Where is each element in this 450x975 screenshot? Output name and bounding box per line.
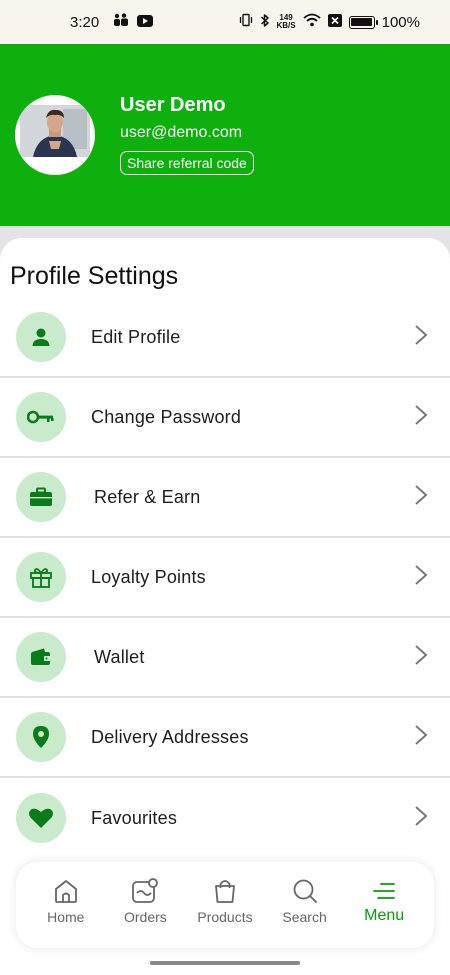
heart-icon (16, 793, 66, 843)
nav-menu[interactable]: Menu (344, 862, 424, 948)
nav-products[interactable]: Products (185, 862, 265, 948)
settings-item-label: Refer & Earn (94, 486, 201, 507)
settings-item-label: Edit Profile (91, 326, 181, 347)
chevron-right-icon (414, 644, 428, 671)
chevron-right-icon (414, 805, 428, 832)
avatar[interactable] (15, 95, 95, 175)
no-sim-icon (327, 13, 342, 31)
settings-item-label: Loyalty Points (91, 566, 206, 587)
settings-item-label: Change Password (91, 406, 242, 427)
nav-label: Menu (364, 907, 405, 924)
net-speed-unit: KB/S (276, 21, 296, 30)
settings-item-label: Wallet (94, 646, 145, 667)
search-icon (293, 879, 317, 903)
user-name: User Demo (120, 94, 226, 116)
gift-icon (16, 552, 66, 602)
net-speed: 149 KB/S (277, 14, 296, 30)
teams-icon (113, 13, 129, 31)
user-email: user@demo.com (120, 124, 243, 141)
bluetooth-icon (260, 13, 270, 32)
person-icon (16, 312, 66, 362)
menu-icon (373, 883, 396, 899)
share-referral-button[interactable]: Share referral code (120, 151, 254, 175)
location-pin-icon (16, 712, 66, 762)
nav-label: Search (282, 909, 327, 925)
nav-label: Orders (123, 909, 167, 925)
nav-label: Home (47, 909, 85, 925)
settings-item-favourites[interactable]: Favourites (0, 778, 450, 858)
home-indicator[interactable] (150, 961, 300, 965)
settings-item-refer-earn[interactable]: Refer & Earn (0, 458, 450, 538)
settings-item-change-password[interactable]: Change Password (0, 378, 450, 458)
bottom-nav: Home Orders Products Search Menu (16, 862, 434, 948)
settings-item-wallet[interactable]: Wallet (0, 618, 450, 698)
nav-search[interactable]: Search (265, 862, 345, 948)
profile-header: User Demo user@demo.com Share referral c… (0, 44, 450, 226)
settings-item-edit-profile[interactable]: Edit Profile (0, 298, 450, 378)
settings-list: Edit Profile Change Password Refer & Ear… (0, 298, 450, 858)
settings-item-label: Favourites (91, 807, 178, 828)
orders-icon (132, 878, 159, 903)
status-bar: 3:20 149 KB/S 100% (0, 0, 450, 44)
settings-item-label: Delivery Addresses (91, 726, 249, 747)
chevron-right-icon (414, 324, 428, 351)
home-icon (54, 880, 77, 903)
briefcase-icon (16, 472, 66, 522)
nav-label: Products (197, 909, 253, 925)
settings-item-delivery-addresses[interactable]: Delivery Addresses (0, 698, 450, 778)
wifi-icon (303, 13, 321, 31)
key-icon (16, 392, 66, 442)
battery-icon (348, 15, 378, 29)
shopping-bag-icon (215, 880, 235, 903)
chevron-right-icon (414, 484, 428, 511)
chevron-right-icon (414, 564, 428, 591)
battery-percent: 100% (381, 13, 420, 31)
chevron-right-icon (414, 404, 428, 431)
nav-home[interactable]: Home (26, 862, 106, 948)
chevron-right-icon (414, 724, 428, 751)
youtube-icon (137, 14, 154, 31)
page-title: Profile Settings (10, 262, 179, 290)
nav-orders[interactable]: Orders (106, 862, 186, 948)
wallet-icon (16, 632, 66, 682)
vibrate-icon (239, 13, 253, 31)
status-time: 3:20 (70, 13, 100, 31)
settings-item-loyalty-points[interactable]: Loyalty Points (0, 538, 450, 618)
